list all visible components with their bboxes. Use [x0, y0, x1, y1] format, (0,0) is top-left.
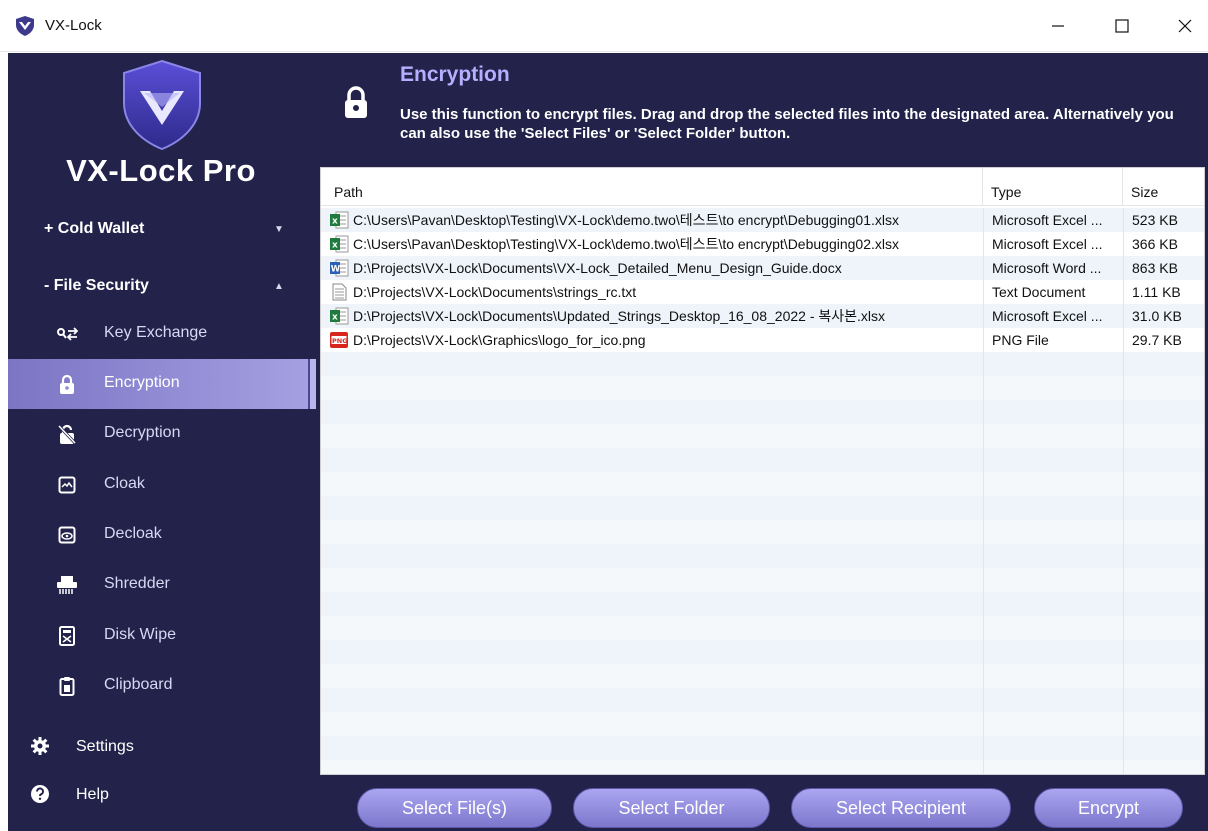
column-header-path[interactable]: Path — [321, 168, 983, 206]
column-header-size[interactable]: Size — [1123, 168, 1204, 206]
settings-label: Settings — [76, 738, 134, 755]
table-row[interactable]: x C:\Users\Pavan\Desktop\Testing\VX-Lock… — [321, 208, 1204, 232]
sidebar-item-label: Decloak — [104, 525, 162, 542]
row-size: 863 KB — [1123, 256, 1204, 280]
row-path: D:\Projects\VX-Lock\Graphics\logo_for_ic… — [353, 332, 646, 348]
help-label: Help — [76, 786, 109, 803]
chevron-up-icon: ▲ — [274, 281, 284, 292]
row-path: C:\Users\Pavan\Desktop\Testing\VX-Lock\d… — [353, 212, 899, 228]
row-type: Microsoft Word ... — [983, 256, 1123, 280]
sidebar-item-settings[interactable]: Settings — [8, 729, 316, 765]
column-divider — [983, 352, 984, 774]
row-type: Microsoft Excel ... — [983, 208, 1123, 232]
chevron-down-icon: ▼ — [274, 224, 284, 235]
row-path: C:\Users\Pavan\Desktop\Testing\VX-Lock\d… — [353, 236, 899, 252]
decloak-icon — [56, 524, 78, 546]
sidebar-item-encryption[interactable]: Encryption — [8, 359, 316, 409]
group-file-security[interactable]: - File Security ▲ — [8, 267, 316, 307]
lock-icon — [345, 86, 367, 118]
sidebar-item-clipboard[interactable]: Clipboard — [8, 661, 316, 711]
disk-wipe-icon — [56, 625, 78, 647]
file-rows: x C:\Users\Pavan\Desktop\Testing\VX-Lock… — [321, 208, 1204, 352]
sidebar-item-label: Shredder — [104, 575, 170, 592]
encrypt-button[interactable]: Encrypt — [1034, 788, 1183, 828]
maximize-button[interactable] — [1090, 0, 1154, 52]
group-label: - File Security — [44, 277, 149, 294]
row-path: D:\Projects\VX-Lock\Documents\Updated_St… — [353, 308, 886, 324]
row-size: 1.11 KB — [1123, 280, 1204, 304]
minimize-button[interactable] — [1026, 0, 1090, 52]
row-size: 29.7 KB — [1123, 328, 1204, 352]
table-row[interactable]: PNG D:\Projects\VX-Lock\Graphics\logo_fo… — [321, 328, 1204, 352]
row-type: PNG File — [983, 328, 1123, 352]
close-button[interactable] — [1153, 0, 1208, 52]
row-type: Microsoft Excel ... — [983, 232, 1123, 256]
table-row[interactable]: D:\Projects\VX-Lock\Documents\strings_rc… — [321, 280, 1204, 304]
sidebar-item-label: Clipboard — [104, 676, 173, 693]
help-icon — [31, 785, 49, 803]
row-path: D:\Projects\VX-Lock\Documents\strings_rc… — [353, 284, 637, 300]
sidebar-item-label: Disk Wipe — [104, 626, 177, 643]
sidebar-item-shredder[interactable]: Shredder — [8, 560, 316, 610]
sidebar-item-label: Decryption — [104, 424, 181, 441]
table-row[interactable]: W D:\Projects\VX-Lock\Documents\VX-Lock_… — [321, 256, 1204, 280]
sidebar-item-label: Encryption — [104, 374, 180, 391]
column-header-type[interactable]: Type — [983, 168, 1123, 206]
key-exchange-icon — [56, 323, 78, 345]
file-drop-area: Path Type Size x C:\Users\Pavan\Desktop\… — [316, 165, 1208, 777]
group-label: + Cold Wallet — [44, 220, 145, 237]
action-bar: Select File(s) Select Folder Select Reci… — [316, 777, 1208, 831]
sidebar-item-disk-wipe[interactable]: Disk Wipe — [8, 611, 316, 661]
file-list[interactable]: Path Type Size x C:\Users\Pavan\Desktop\… — [320, 167, 1205, 775]
row-size: 31.0 KB — [1123, 304, 1204, 328]
gear-icon — [31, 737, 49, 755]
sidebar-item-cloak[interactable]: Cloak — [8, 460, 316, 510]
lock-icon — [56, 373, 78, 395]
sidebar-item-label: Cloak — [104, 475, 145, 492]
minimize-icon — [1052, 25, 1064, 27]
unlock-icon — [56, 423, 78, 445]
brand-name: VX-Lock Pro — [66, 153, 256, 188]
select-files-button[interactable]: Select File(s) — [357, 788, 552, 828]
vx-lock-logo — [123, 59, 201, 151]
cloak-icon — [56, 474, 78, 496]
table-row[interactable]: x D:\Projects\VX-Lock\Documents\Updated_… — [321, 304, 1204, 328]
page-description: Use this function to encrypt files. Drag… — [400, 106, 1174, 142]
sidebar: VX-Lock Pro + Cold Wallet ▼ - File Secur… — [8, 53, 316, 831]
row-type: Microsoft Excel ... — [983, 304, 1123, 328]
row-type: Text Document — [983, 280, 1123, 304]
list-header: Path Type Size — [321, 168, 1204, 206]
select-recipient-button[interactable]: Select Recipient — [791, 788, 1011, 828]
sidebar-item-label: Key Exchange — [104, 324, 208, 341]
window-title: VX-Lock — [45, 17, 102, 34]
shredder-icon — [56, 574, 78, 596]
app-shield-icon — [16, 16, 34, 36]
row-size: 523 KB — [1123, 208, 1204, 232]
sidebar-item-decryption[interactable]: Decryption — [8, 409, 316, 459]
page-header: Encryption Use this function to encrypt … — [316, 53, 1208, 165]
close-icon — [1178, 19, 1192, 33]
sidebar-item-help[interactable]: Help — [8, 777, 316, 813]
row-path: D:\Projects\VX-Lock\Documents\VX-Lock_De… — [353, 260, 842, 276]
clipboard-icon — [56, 675, 78, 697]
table-row[interactable]: x C:\Users\Pavan\Desktop\Testing\VX-Lock… — [321, 232, 1204, 256]
maximize-icon — [1115, 19, 1129, 33]
empty-list-area — [321, 352, 1204, 774]
select-folder-button[interactable]: Select Folder — [573, 788, 770, 828]
column-divider — [1123, 352, 1124, 774]
page-title: Encryption — [400, 63, 510, 86]
sidebar-item-key-exchange[interactable]: Key Exchange — [8, 309, 316, 359]
title-bar: VX-Lock — [0, 0, 1208, 52]
group-cold-wallet[interactable]: + Cold Wallet ▼ — [8, 210, 316, 250]
sidebar-item-decloak[interactable]: Decloak — [8, 510, 316, 560]
row-size: 366 KB — [1123, 232, 1204, 256]
